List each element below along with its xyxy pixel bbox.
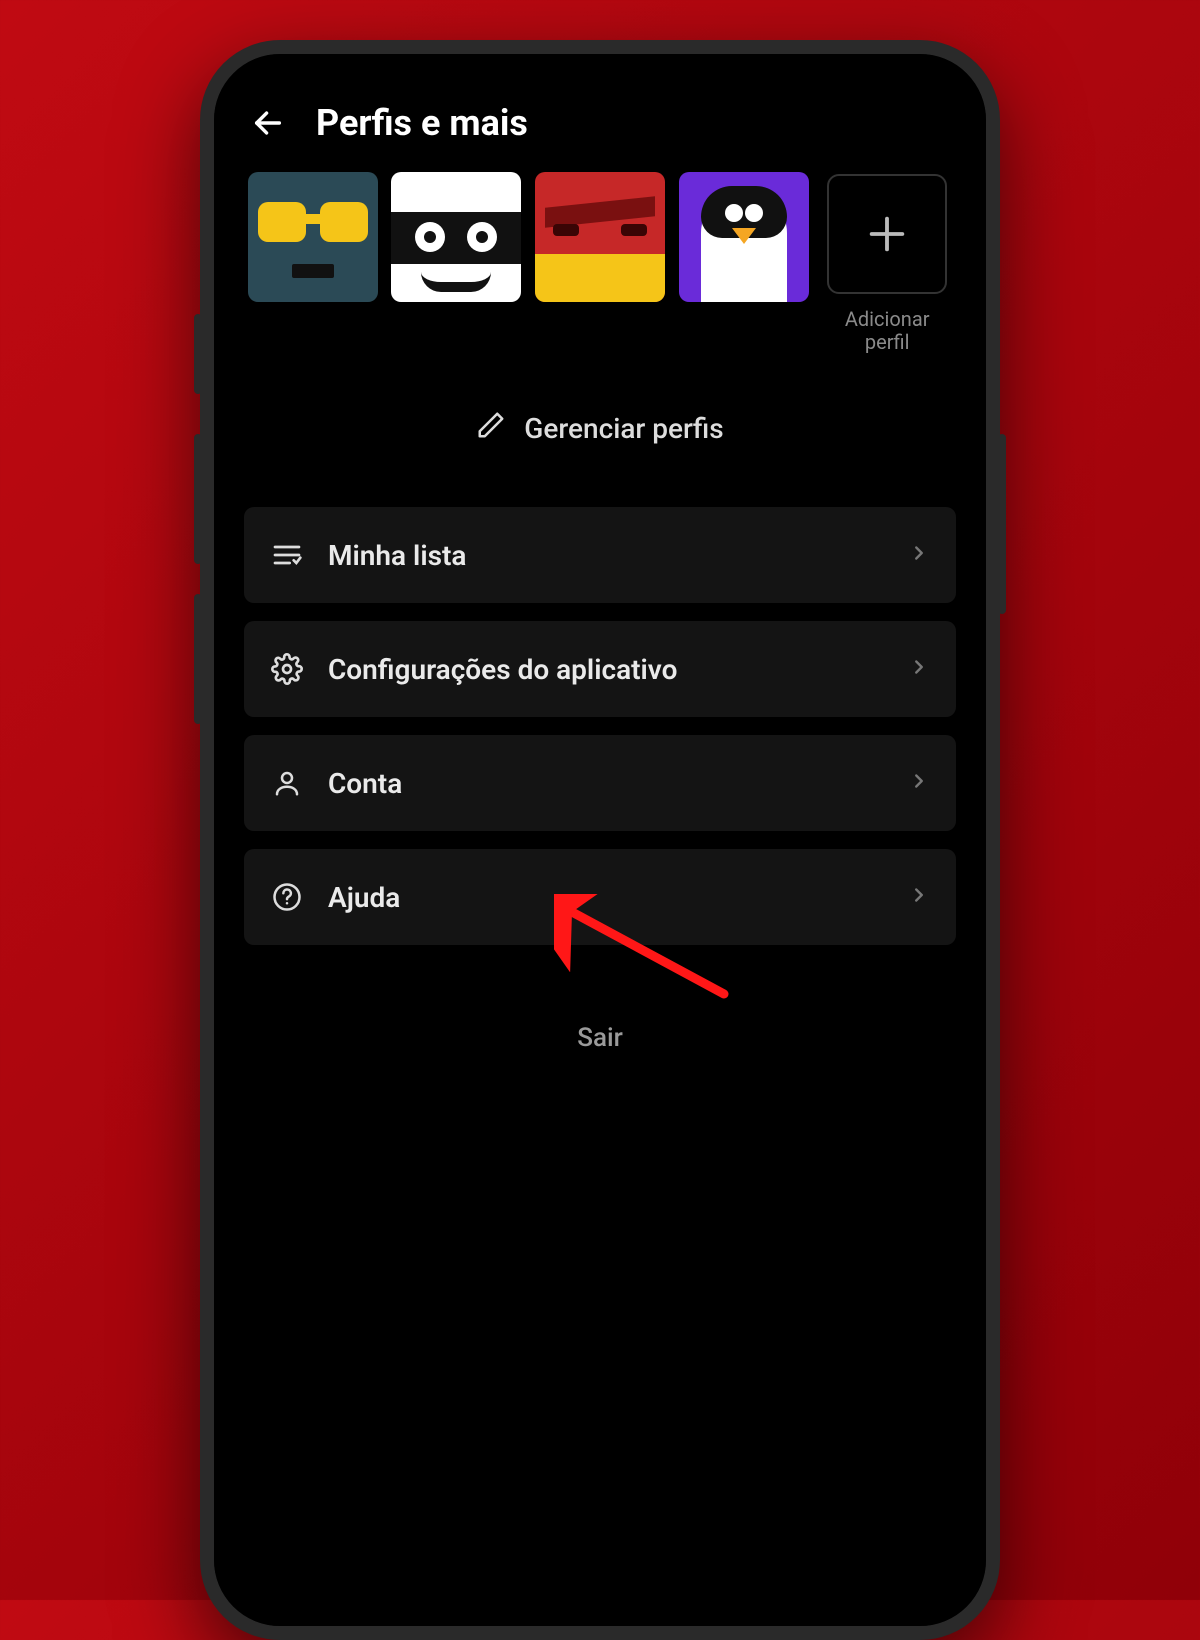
phone-power-button [998,434,1006,614]
app-screen: Perfis e mais [214,54,986,1626]
menu-help[interactable]: Ajuda [244,849,956,945]
chevron-right-icon [908,542,930,568]
profiles-row: Adicionar perfil [242,172,958,354]
pencil-icon [476,410,506,447]
menu-app-settings[interactable]: Configurações do aplicativo [244,621,956,717]
menu-account[interactable]: Conta [244,735,956,831]
menu-my-list[interactable]: Minha lista [244,507,956,603]
phone-side-button [194,314,202,394]
profile-2[interactable] [390,172,524,302]
person-icon [270,768,304,798]
menu-item-label: Ajuda [328,881,884,914]
profile-1[interactable] [246,172,380,302]
phone-volume-down [194,594,202,724]
phone-frame: Perfis e mais [200,40,1000,1640]
add-profile-label: Adicionar perfil [820,308,954,354]
manage-profiles-button[interactable]: Gerenciar perfis [242,410,958,447]
chevron-right-icon [908,770,930,796]
back-icon[interactable] [248,103,288,143]
avatar-icon [535,172,665,302]
sign-out-button[interactable]: Sair [242,1023,958,1053]
chevron-right-icon [908,884,930,910]
page-title: Perfis e mais [316,102,528,144]
profile-3[interactable] [533,172,667,302]
list-icon [270,539,304,571]
menu-item-label: Conta [328,767,884,800]
avatar-icon [679,172,809,302]
plus-icon [827,174,947,294]
menu-item-label: Configurações do aplicativo [328,653,884,686]
profile-4[interactable] [677,172,811,302]
header: Perfis e mais [242,84,958,172]
add-profile-button[interactable]: Adicionar perfil [820,172,954,354]
phone-volume-up [194,434,202,564]
avatar-icon [391,172,521,302]
avatar-icon [248,172,378,302]
manage-profiles-label: Gerenciar perfis [524,412,723,445]
menu-list: Minha lista Configurações do aplicativo [242,507,958,945]
help-icon [270,882,304,912]
gear-icon [270,653,304,685]
menu-item-label: Minha lista [328,539,884,572]
chevron-right-icon [908,656,930,682]
